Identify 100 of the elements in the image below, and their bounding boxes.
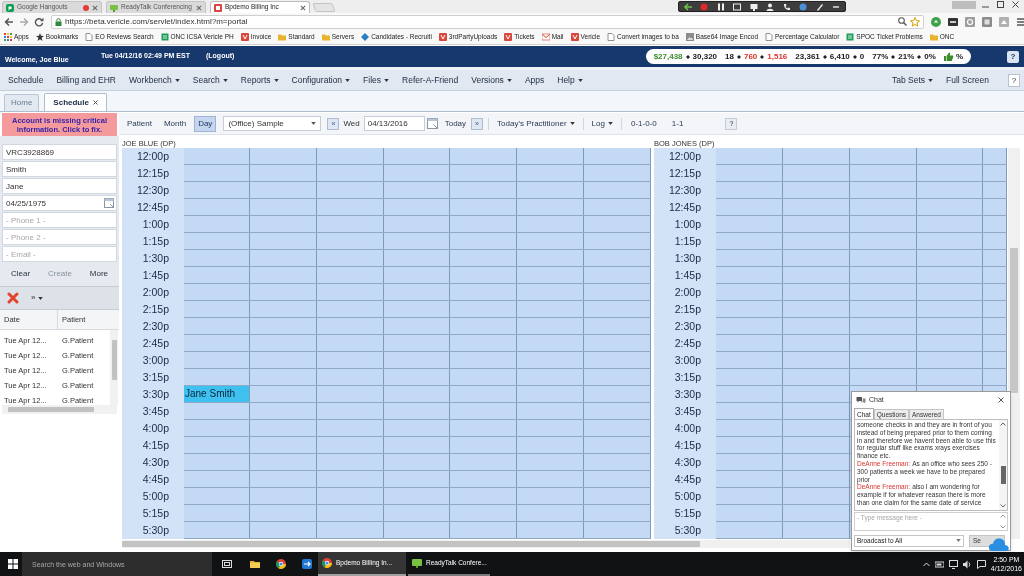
battery-icon[interactable] — [934, 559, 944, 569]
person-icon[interactable] — [766, 2, 775, 11]
pen-icon[interactable] — [815, 2, 824, 11]
chrome-icon — [322, 558, 332, 568]
reload-icon[interactable] — [34, 16, 44, 27]
close-icon[interactable] — [1012, 1, 1019, 8]
time-label: 1:15p — [142, 236, 169, 247]
chrome-icon[interactable] — [276, 559, 286, 569]
stat-value: 18 — [725, 52, 734, 61]
close-icon[interactable] — [92, 100, 98, 105]
caret-icon — [174, 78, 180, 82]
close-icon[interactable] — [196, 4, 202, 11]
folder-icon[interactable] — [250, 559, 260, 569]
circle-icon[interactable] — [799, 2, 808, 11]
time-label: 5:00p — [142, 491, 169, 502]
scroll-down-icon[interactable] — [1000, 504, 1006, 508]
scrollbar-thumb[interactable] — [1010, 248, 1018, 393]
help-button[interactable]: ? — [1008, 73, 1020, 87]
close-icon[interactable] — [92, 4, 98, 11]
cross-icon[interactable] — [7, 292, 19, 304]
menu-item[interactable]: Tab Sets — [891, 75, 933, 85]
text-field[interactable]: - Email - — [2, 246, 117, 262]
speaker-icon[interactable] — [962, 559, 972, 569]
menu-item[interactable]: Search — [192, 75, 228, 85]
scroll-down-icon[interactable] — [1000, 525, 1006, 529]
practitioner-menu[interactable]: Today's Practitioner — [497, 117, 575, 130]
caret-icon — [607, 122, 613, 125]
maximize-icon[interactable] — [997, 1, 1004, 8]
close-icon[interactable] — [998, 397, 1004, 403]
app-icon[interactable] — [302, 559, 312, 569]
menu-item[interactable]: Refer-A-Friend — [402, 75, 459, 85]
menu-item[interactable]: Help — [557, 75, 583, 85]
phone-icon[interactable] — [782, 2, 791, 11]
stat-value: 6,410 — [829, 52, 850, 61]
menu-item[interactable]: Configuration — [291, 75, 351, 85]
menu-icon[interactable] — [1016, 16, 1024, 27]
view-tab[interactable]: Patient — [123, 115, 156, 132]
more-menu-button[interactable]: » — [31, 294, 44, 302]
scrollbar-thumb[interactable] — [8, 407, 94, 412]
view-tab[interactable]: Day — [194, 115, 217, 132]
log-menu[interactable]: Log — [591, 117, 613, 130]
date-field[interactable]: 04/13/2016 — [363, 116, 425, 131]
today-button[interactable]: Today — [444, 117, 467, 130]
calendar-icon[interactable] — [104, 198, 114, 208]
time-label: 3:30p — [674, 389, 701, 400]
menu-item[interactable]: Apps — [524, 75, 545, 85]
menu-item[interactable]: Billing and EHR — [56, 75, 116, 85]
close-icon[interactable] — [300, 4, 306, 11]
windows-logo-icon[interactable] — [8, 559, 18, 569]
chevron-up-icon[interactable] — [922, 561, 930, 567]
help-button[interactable]: ? — [1007, 50, 1019, 63]
menu-item[interactable]: Full Screen — [946, 75, 989, 85]
zoom-icon[interactable] — [898, 17, 907, 26]
monitor-icon[interactable] — [749, 2, 758, 11]
back-icon[interactable] — [4, 16, 14, 27]
scrollbar-thumb[interactable] — [122, 541, 700, 547]
text-field[interactable]: Smith — [2, 161, 117, 177]
mail-icon — [541, 33, 550, 41]
time-label: 12:00p — [668, 151, 701, 162]
address-field[interactable]: https://beta.vericle.com/servlet/index.html?m=portal — [51, 14, 924, 29]
menu-item[interactable]: Files — [363, 75, 390, 85]
menu-item[interactable]: Schedule — [8, 75, 44, 85]
time-label: 12:45p — [668, 202, 701, 213]
time-label: 4:15p — [142, 440, 169, 451]
time-label: 3:00p — [674, 355, 701, 366]
office-select[interactable]: (Office) Sample — [223, 116, 322, 131]
cloud-icon[interactable] — [988, 536, 1010, 552]
stat-value: 23,361 — [795, 52, 820, 61]
menu-item[interactable]: Reports — [240, 75, 279, 85]
calendar-icon[interactable] — [426, 118, 438, 129]
menu-item[interactable]: Workbench — [129, 75, 180, 85]
date-field[interactable]: 04/25/1975 — [2, 195, 117, 211]
menu-item[interactable]: Versions — [471, 75, 512, 85]
form-button[interactable]: More — [89, 268, 109, 280]
lock-icon — [55, 17, 62, 26]
monitor-icon[interactable] — [948, 559, 958, 569]
text-field[interactable]: - Phone 1 - — [2, 212, 117, 228]
scrollbar-thumb[interactable] — [111, 340, 117, 380]
view-tab[interactable]: Month — [159, 115, 191, 132]
time-label: 4:00p — [674, 423, 701, 434]
scrollbar-thumb[interactable] — [1000, 466, 1006, 484]
text-field[interactable]: - Phone 2 - — [2, 229, 117, 245]
notification-icon[interactable] — [976, 559, 986, 569]
window-icon[interactable] — [733, 2, 742, 11]
tab[interactable]: Schedule — [44, 93, 107, 111]
text-field[interactable]: Jane — [2, 178, 117, 194]
time-label: 5:30p — [142, 525, 169, 536]
extension-icon[interactable] — [948, 16, 958, 27]
pause-icon[interactable] — [716, 2, 725, 11]
form-button[interactable]: Clear — [10, 268, 31, 280]
task-view-icon[interactable] — [222, 559, 232, 569]
tab[interactable]: Home — [4, 94, 40, 111]
diamond-icon — [361, 33, 370, 41]
text-field[interactable]: VRC3928869 — [2, 144, 117, 160]
arrow-icon[interactable] — [684, 2, 692, 11]
appointment[interactable]: Jane Smith — [184, 386, 249, 402]
scroll-up-icon[interactable] — [1000, 514, 1006, 518]
star-icon[interactable] — [910, 16, 920, 27]
scroll-up-icon[interactable] — [1000, 422, 1006, 426]
stat-value: 30,320 — [692, 52, 718, 61]
